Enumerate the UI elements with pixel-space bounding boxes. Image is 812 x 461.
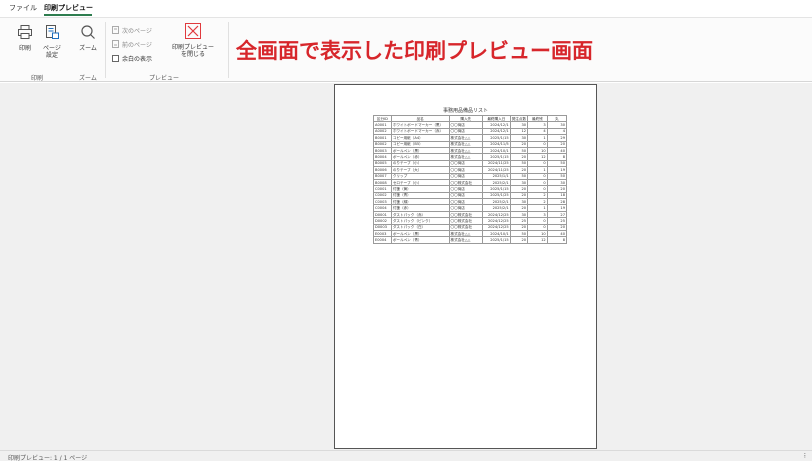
group-label-print: 印刷 (31, 75, 44, 82)
annotation-banner: 全画面で表示した印刷プレビュー画面 (236, 39, 593, 63)
prev-page-label: 前のページ (122, 41, 152, 49)
group-label-preview: プレビュー (149, 75, 180, 82)
table-cell: 8 (546, 236, 568, 244)
tab-print-preview[interactable]: 印刷プレビュー (44, 4, 93, 12)
next-page-icon (112, 26, 119, 34)
active-tab-indicator (44, 14, 92, 16)
checkbox-icon (112, 54, 119, 62)
next-page-label: 次のページ (122, 27, 152, 35)
close-preview-button[interactable]: 印刷プレビュー を閉じる (168, 22, 218, 58)
document-table: 区分ID 品名 購入先 最終購入日 発注点数 最終残丸 A0001 ホワイトボードマーカー（… (373, 114, 568, 244)
group-label-zoom: ズーム (79, 75, 97, 82)
show-margins-label: 余白の表示 (122, 55, 153, 63)
zoom-label: ズーム (79, 45, 97, 52)
table-cell: 12 (527, 236, 548, 244)
next-page-button[interactable]: 次のページ (112, 25, 152, 35)
menu-bar: ファイル 印刷プレビュー (0, 0, 812, 16)
zoom-button[interactable]: ズーム (76, 24, 100, 52)
document-title: 事務用品備品リスト (442, 108, 488, 114)
status-indicator-icon: ⁝ (803, 452, 806, 460)
preview-workspace: 事務用品備品リスト 区分ID 品名 購入先 最終購入日 発注点数 最終残丸 A0001 ホワ… (0, 83, 812, 450)
table-cell: 株式会社△△ (448, 236, 483, 244)
status-text: 印刷プレビュー: 1 / 1 ページ (8, 455, 88, 461)
page-setup-label: ページ 設定 (43, 45, 61, 59)
table-cell: 2025/1/15 (481, 236, 511, 244)
preview-page: 事務用品備品リスト 区分ID 品名 購入先 最終購入日 発注点数 最終残丸 A0001 ホワ… (334, 84, 597, 449)
table-cell: ボールペン（青） (390, 236, 450, 244)
page-setup-icon (46, 25, 59, 39)
print-label: 印刷 (18, 45, 31, 52)
page-setup-button[interactable]: ページ 設定 (41, 24, 63, 59)
prev-page-button[interactable]: 前のページ (112, 39, 152, 49)
show-margins-checkbox[interactable]: 余白の表示 (112, 53, 152, 63)
table-cell: 20 (509, 236, 529, 244)
close-preview-icon (185, 23, 201, 39)
table-cell: E0004 (373, 236, 392, 244)
prev-page-icon (112, 40, 119, 48)
print-button[interactable]: 印刷 (14, 24, 36, 52)
status-bar: 印刷プレビュー: 1 / 1 ページ ⁝ (0, 450, 812, 461)
magnifier-icon (81, 25, 95, 39)
table-row: E0004 ボールペン（青） 株式会社△△ 2025/1/15 20 12 8 (373, 236, 568, 244)
group-separator (228, 22, 229, 78)
close-preview-label: 印刷プレビュー を閉じる (171, 44, 214, 58)
printer-icon (18, 25, 32, 39)
group-separator (105, 22, 106, 78)
tab-file[interactable]: ファイル (9, 4, 37, 12)
